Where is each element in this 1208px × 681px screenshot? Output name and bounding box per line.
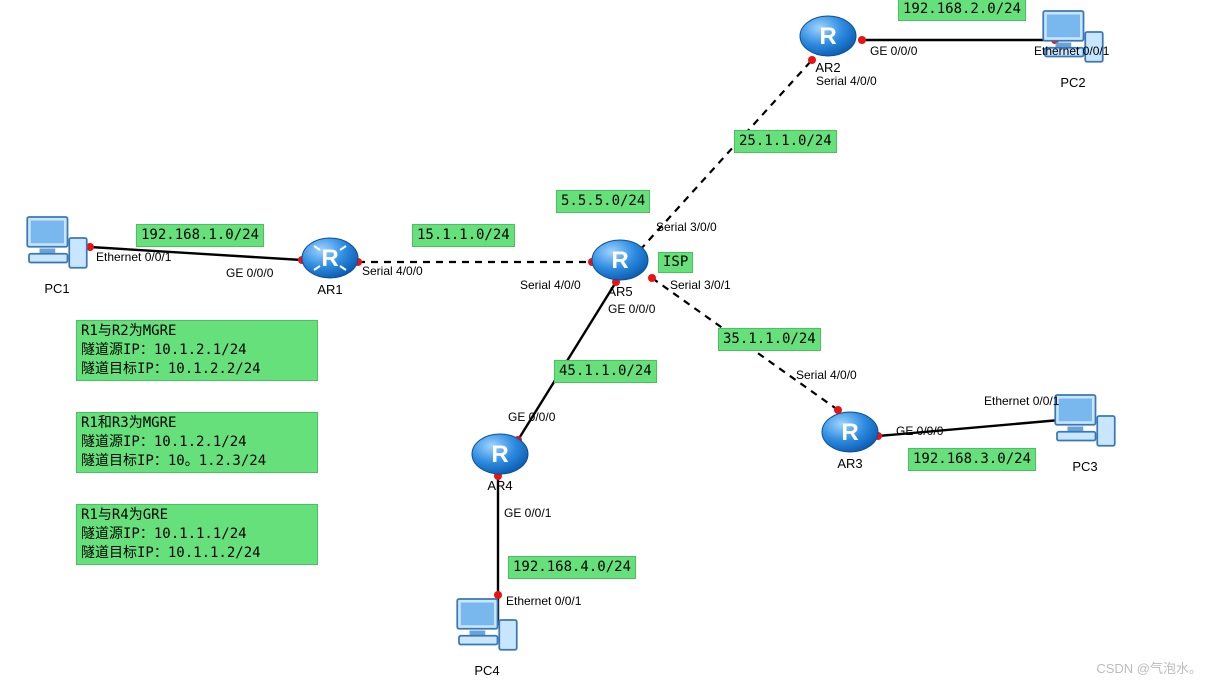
router-icon: R xyxy=(470,432,530,477)
subnet-ar1ar5: 15.1.1.0/24 xyxy=(412,224,515,247)
device-label: AR4 xyxy=(470,478,530,493)
note-line: R1与R4为GRE xyxy=(81,506,313,525)
device-label: AR1 xyxy=(300,282,360,297)
port-label-ar1-ge: GE 0/0/0 xyxy=(226,266,273,280)
note-line: R1和R3为MGRE xyxy=(81,414,313,433)
port-label-ar4-ge0: GE 0/0/0 xyxy=(508,410,555,424)
device-label: AR2 xyxy=(798,60,858,75)
device-pc3[interactable]: PC3 xyxy=(1050,388,1120,474)
port-label-ar4-ge1: GE 0/0/1 xyxy=(504,506,551,520)
router-icon: R xyxy=(798,14,858,59)
port-label-ar5-ge: GE 0/0/0 xyxy=(608,302,655,316)
device-label: PC4 xyxy=(452,663,522,678)
subnet-pc3: 192.168.3.0/24 xyxy=(908,448,1036,471)
router-icon: R xyxy=(300,236,360,281)
device-ar3[interactable]: R AR3 xyxy=(820,410,880,471)
pc-icon xyxy=(1050,388,1120,458)
device-ar4[interactable]: R AR4 xyxy=(470,432,530,493)
device-label: PC1 xyxy=(22,281,92,296)
pc-icon xyxy=(1038,4,1108,74)
port-label-ar2-ge: GE 0/0/0 xyxy=(870,44,917,58)
subnet-ar2ar5: 25.1.1.0/24 xyxy=(734,130,837,153)
subnet-ar5lo: 5.5.5.0/24 xyxy=(556,190,650,213)
note-line: 隧道源IP：10.1.1.1/24 xyxy=(81,525,313,544)
note-r1r4-gre: R1与R4为GRE 隧道源IP：10.1.1.1/24 隧道目标IP：10.1.… xyxy=(76,504,318,565)
device-label: PC3 xyxy=(1050,459,1120,474)
note-r1r3-mgre: R1和R3为MGRE 隧道源IP：10.1.2.1/24 隧道目标IP：10。1… xyxy=(76,412,318,473)
port-label-ar2-ser: Serial 4/0/0 xyxy=(816,74,877,88)
note-line: 隧道源IP：10.1.2.1/24 xyxy=(81,341,313,360)
router-icon: R xyxy=(590,238,650,283)
port-label-ar5-s30: Serial 3/0/0 xyxy=(656,220,717,234)
subnet-pc4: 192.168.4.0/24 xyxy=(508,556,636,579)
svg-text:R: R xyxy=(611,247,628,274)
port-label-ar3-ser: Serial 4/0/0 xyxy=(796,368,857,382)
port-label-pc4-eth: Ethernet 0/0/1 xyxy=(506,594,581,608)
device-label: AR3 xyxy=(820,456,880,471)
note-line: 隧道目标IP：10.1.2.2/24 xyxy=(81,360,313,379)
device-ar5[interactable]: R AR5 xyxy=(590,238,650,299)
port-label-pc1-eth: Ethernet 0/0/1 xyxy=(96,250,171,264)
device-ar2[interactable]: R AR2 xyxy=(798,14,858,75)
subnet-pc1: 192.168.1.0/24 xyxy=(136,224,264,247)
svg-text:R: R xyxy=(491,441,508,468)
subnet-ar4ar5: 45.1.1.0/24 xyxy=(554,360,657,383)
port-label-pc3-eth: Ethernet 0/0/1 xyxy=(984,394,1059,408)
device-label: AR5 xyxy=(590,284,650,299)
svg-text:R: R xyxy=(321,245,338,272)
note-line: 隧道目标IP：10。1.2.3/24 xyxy=(81,452,313,471)
isp-label: ISP xyxy=(658,252,693,273)
pc-icon xyxy=(22,210,92,280)
note-line: 隧道目标IP：10.1.1.2/24 xyxy=(81,544,313,563)
subnet-ar3ar5: 35.1.1.0/24 xyxy=(718,328,821,351)
device-pc1[interactable]: PC1 xyxy=(22,210,92,296)
watermark-text: CSDN @气泡水。 xyxy=(1096,658,1202,677)
port-label-pc2-eth: Ethernet 0/0/1 xyxy=(1034,44,1109,58)
svg-text:R: R xyxy=(841,419,858,446)
device-ar1[interactable]: R AR1 xyxy=(300,236,360,297)
svg-text:R: R xyxy=(819,23,836,50)
note-r1r2-mgre: R1与R2为MGRE 隧道源IP：10.1.2.1/24 隧道目标IP：10.1… xyxy=(76,320,318,381)
note-line: 隧道源IP：10.1.2.1/24 xyxy=(81,433,313,452)
port-label-ar1-ser: Serial 4/0/0 xyxy=(362,264,423,278)
port-label-ar3-ge: GE 0/0/0 xyxy=(896,424,943,438)
topology-canvas: { "devices": { "pc1": {"label":"PC1"}, "… xyxy=(0,0,1208,681)
device-label: PC2 xyxy=(1038,75,1108,90)
note-line: R1与R2为MGRE xyxy=(81,322,313,341)
port-label-ar5-s31: Serial 3/0/1 xyxy=(670,278,731,292)
port-label-ar5-s40: Serial 4/0/0 xyxy=(520,278,581,292)
subnet-pc2: 192.168.2.0/24 xyxy=(898,0,1026,21)
router-icon: R xyxy=(820,410,880,455)
